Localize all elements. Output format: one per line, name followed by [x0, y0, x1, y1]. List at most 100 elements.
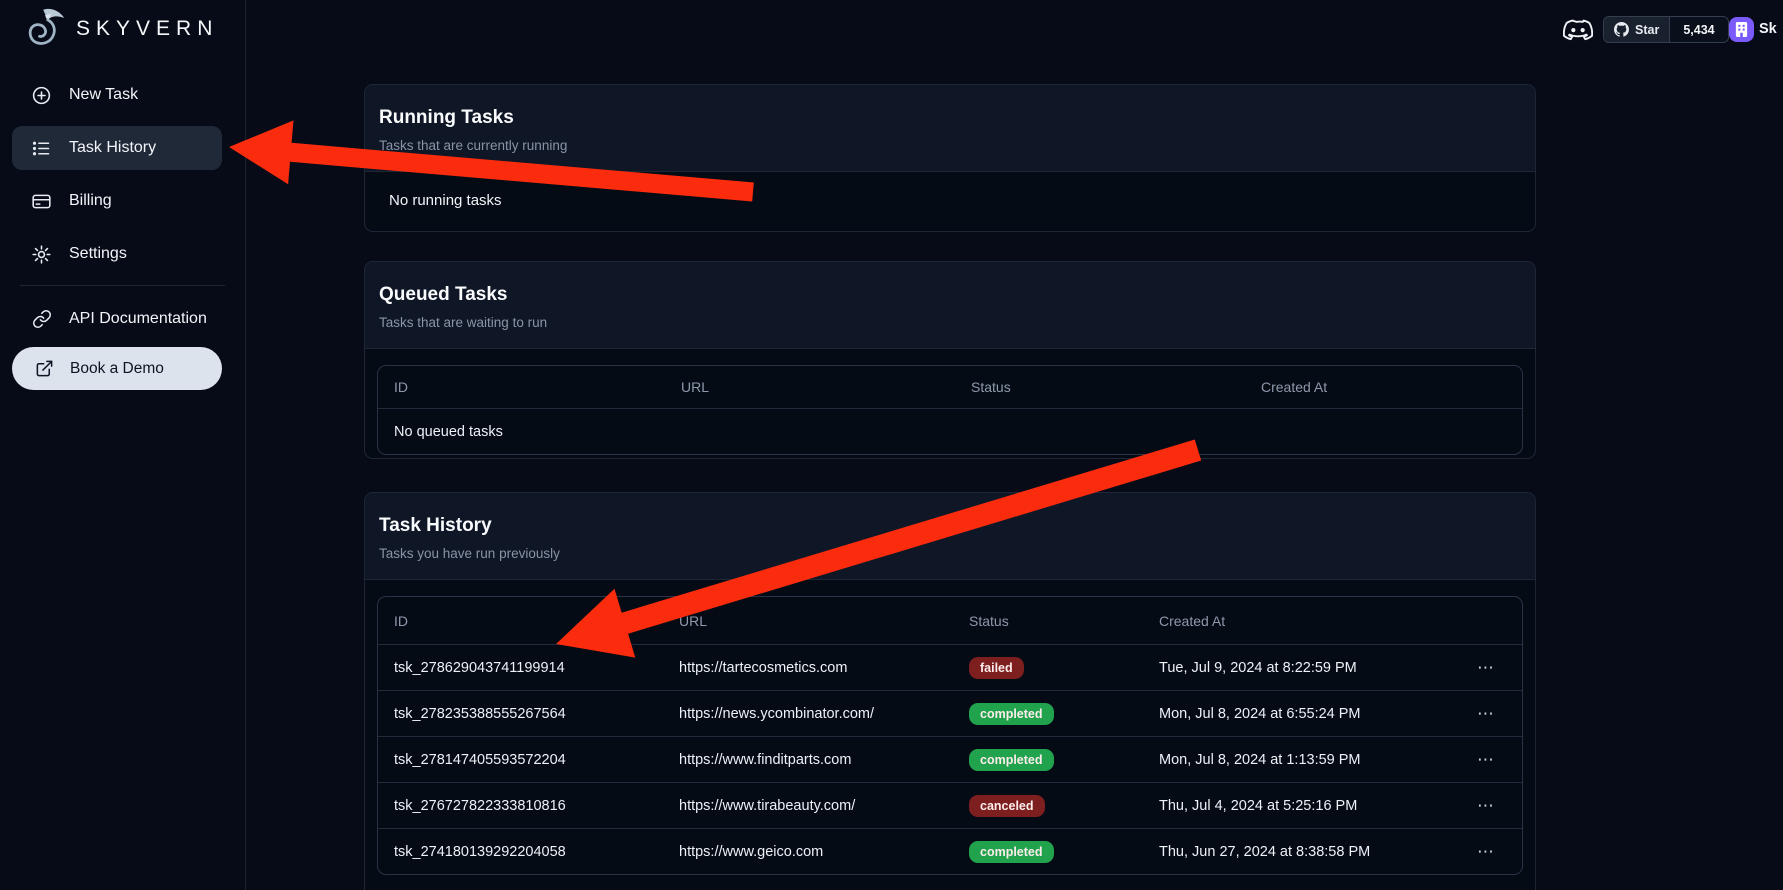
discord-icon[interactable] — [1563, 18, 1593, 42]
task-history-body: ID URL Status Created At tsk_27862904374… — [365, 580, 1535, 890]
task-history-header: Task History Tasks you have run previous… — [365, 493, 1535, 580]
column-header-id: ID — [378, 379, 665, 395]
sidebar-item-label: New Task — [69, 86, 138, 104]
card-subtitle: Tasks that are currently running — [379, 138, 1511, 153]
sidebar-item-task-history[interactable]: Task History — [12, 126, 222, 170]
book-a-demo-button[interactable]: Book a Demo — [12, 347, 222, 390]
skyvern-logo[interactable]: SKYVERN — [22, 6, 218, 52]
created-at-cell: Thu, Jun 27, 2024 at 8:38:58 PM — [1143, 844, 1433, 860]
table-header-row: ID URL Status Created At — [378, 366, 1522, 408]
building-icon — [1734, 21, 1749, 38]
queued-tasks-table: ID URL Status Created At No queued tasks — [377, 365, 1523, 455]
task-status-cell: completed — [953, 749, 1143, 771]
sidebar-item-label: Task History — [69, 139, 156, 157]
status-badge: canceled — [969, 795, 1045, 817]
github-star-button[interactable]: Star — [1604, 17, 1669, 42]
column-header-created-at: Created At — [1143, 613, 1433, 629]
row-actions-cell: ⋯ — [1433, 750, 1522, 770]
user-menu-label[interactable]: Sk — [1759, 21, 1777, 37]
gear-icon — [31, 244, 52, 265]
created-at-cell: Mon, Jul 8, 2024 at 6:55:24 PM — [1143, 706, 1433, 722]
sidebar-item-new-task[interactable]: New Task — [12, 73, 222, 117]
task-url-cell: https://www.finditparts.com — [663, 752, 953, 768]
column-header-status: Status — [953, 613, 1143, 629]
row-actions-button[interactable]: ⋯ — [1477, 796, 1504, 815]
task-url-cell: https://www.tirabeauty.com/ — [663, 798, 953, 814]
column-header-status: Status — [955, 379, 1245, 395]
status-badge: completed — [969, 703, 1054, 725]
row-actions-cell: ⋯ — [1433, 842, 1522, 862]
avatar[interactable] — [1729, 17, 1754, 42]
task-history-rows: tsk_278629043741199914 https://tartecosm… — [378, 644, 1522, 874]
task-url-cell: https://www.geico.com — [663, 844, 953, 860]
table-row[interactable]: tsk_278629043741199914 https://tartecosm… — [378, 644, 1522, 690]
sidebar: SKYVERN New Task Task History Billing — [0, 0, 246, 890]
task-status-cell: completed — [953, 703, 1143, 725]
row-actions-button[interactable]: ⋯ — [1477, 750, 1504, 769]
empty-row: No queued tasks — [378, 408, 1522, 454]
task-history-table: ID URL Status Created At tsk_27862904374… — [377, 596, 1523, 875]
running-tasks-card: Running Tasks Tasks that are currently r… — [364, 84, 1536, 232]
task-id-cell: tsk_276727822333810816 — [378, 798, 663, 814]
empty-state-text: No running tasks — [377, 188, 1523, 215]
row-actions-button[interactable]: ⋯ — [1477, 658, 1504, 677]
empty-state-text: No queued tasks — [378, 424, 1522, 440]
status-badge: completed — [969, 841, 1054, 863]
status-badge: completed — [969, 749, 1054, 771]
task-url-cell: https://tartecosmetics.com — [663, 660, 953, 676]
column-header-created-at: Created At — [1245, 379, 1522, 395]
sidebar-item-label: Billing — [69, 192, 112, 210]
task-status-cell: canceled — [953, 795, 1143, 817]
credit-card-icon — [31, 191, 52, 212]
row-actions-cell: ⋯ — [1433, 658, 1522, 678]
plus-circle-icon — [31, 85, 52, 106]
sidebar-item-label: API Documentation — [69, 310, 207, 328]
brand-name: SKYVERN — [76, 17, 218, 41]
table-row[interactable]: tsk_274180139292204058 https://www.geico… — [378, 828, 1522, 874]
task-id-cell: tsk_278629043741199914 — [378, 660, 663, 676]
dragon-logo-icon — [22, 6, 68, 52]
created-at-cell: Tue, Jul 9, 2024 at 8:22:59 PM — [1143, 660, 1433, 676]
external-link-icon — [34, 358, 55, 379]
row-actions-button[interactable]: ⋯ — [1477, 842, 1504, 861]
task-id-cell: tsk_278235388555267564 — [378, 706, 663, 722]
queued-tasks-card: Queued Tasks Tasks that are waiting to r… — [364, 261, 1536, 459]
running-tasks-body: No running tasks — [365, 172, 1535, 231]
task-status-cell: failed — [953, 657, 1143, 679]
row-actions-cell: ⋯ — [1433, 796, 1522, 816]
github-star-widget[interactable]: Star 5,434 — [1603, 16, 1729, 43]
column-header-id: ID — [378, 613, 663, 629]
sidebar-item-label: Settings — [69, 245, 127, 263]
topbar: Star 5,434 Sk — [246, 0, 1783, 58]
github-icon — [1614, 22, 1629, 37]
link-icon — [31, 309, 52, 330]
table-row[interactable]: tsk_278235388555267564 https://news.ycom… — [378, 690, 1522, 736]
task-status-cell: completed — [953, 841, 1143, 863]
main-content: Running Tasks Tasks that are currently r… — [246, 0, 1783, 890]
sidebar-item-billing[interactable]: Billing — [12, 179, 222, 223]
table-row[interactable]: tsk_278147405593572204 https://www.findi… — [378, 736, 1522, 782]
row-actions-cell: ⋯ — [1433, 704, 1522, 724]
book-a-demo-label: Book a Demo — [70, 360, 164, 378]
table-header-row: ID URL Status Created At — [378, 597, 1522, 644]
sidebar-item-settings[interactable]: Settings — [12, 232, 222, 276]
status-badge: failed — [969, 657, 1024, 679]
column-header-url: URL — [665, 379, 955, 395]
card-subtitle: Tasks that are waiting to run — [379, 315, 1511, 330]
sidebar-item-api-documentation[interactable]: API Documentation — [12, 297, 222, 341]
running-tasks-header: Running Tasks Tasks that are currently r… — [365, 85, 1535, 172]
card-title: Running Tasks — [379, 107, 1511, 129]
queued-tasks-header: Queued Tasks Tasks that are waiting to r… — [365, 262, 1535, 349]
list-icon — [31, 138, 52, 159]
card-title: Queued Tasks — [379, 284, 1511, 306]
queued-tasks-body: ID URL Status Created At No queued tasks — [365, 349, 1535, 459]
row-actions-button[interactable]: ⋯ — [1477, 704, 1504, 723]
created-at-cell: Mon, Jul 8, 2024 at 1:13:59 PM — [1143, 752, 1433, 768]
table-row[interactable]: tsk_276727822333810816 https://www.tirab… — [378, 782, 1522, 828]
task-id-cell: tsk_274180139292204058 — [378, 844, 663, 860]
task-url-cell: https://news.ycombinator.com/ — [663, 706, 953, 722]
card-title: Task History — [379, 515, 1511, 537]
github-star-label: Star — [1635, 23, 1659, 37]
github-star-count[interactable]: 5,434 — [1669, 17, 1727, 42]
column-header-url: URL — [663, 613, 953, 629]
